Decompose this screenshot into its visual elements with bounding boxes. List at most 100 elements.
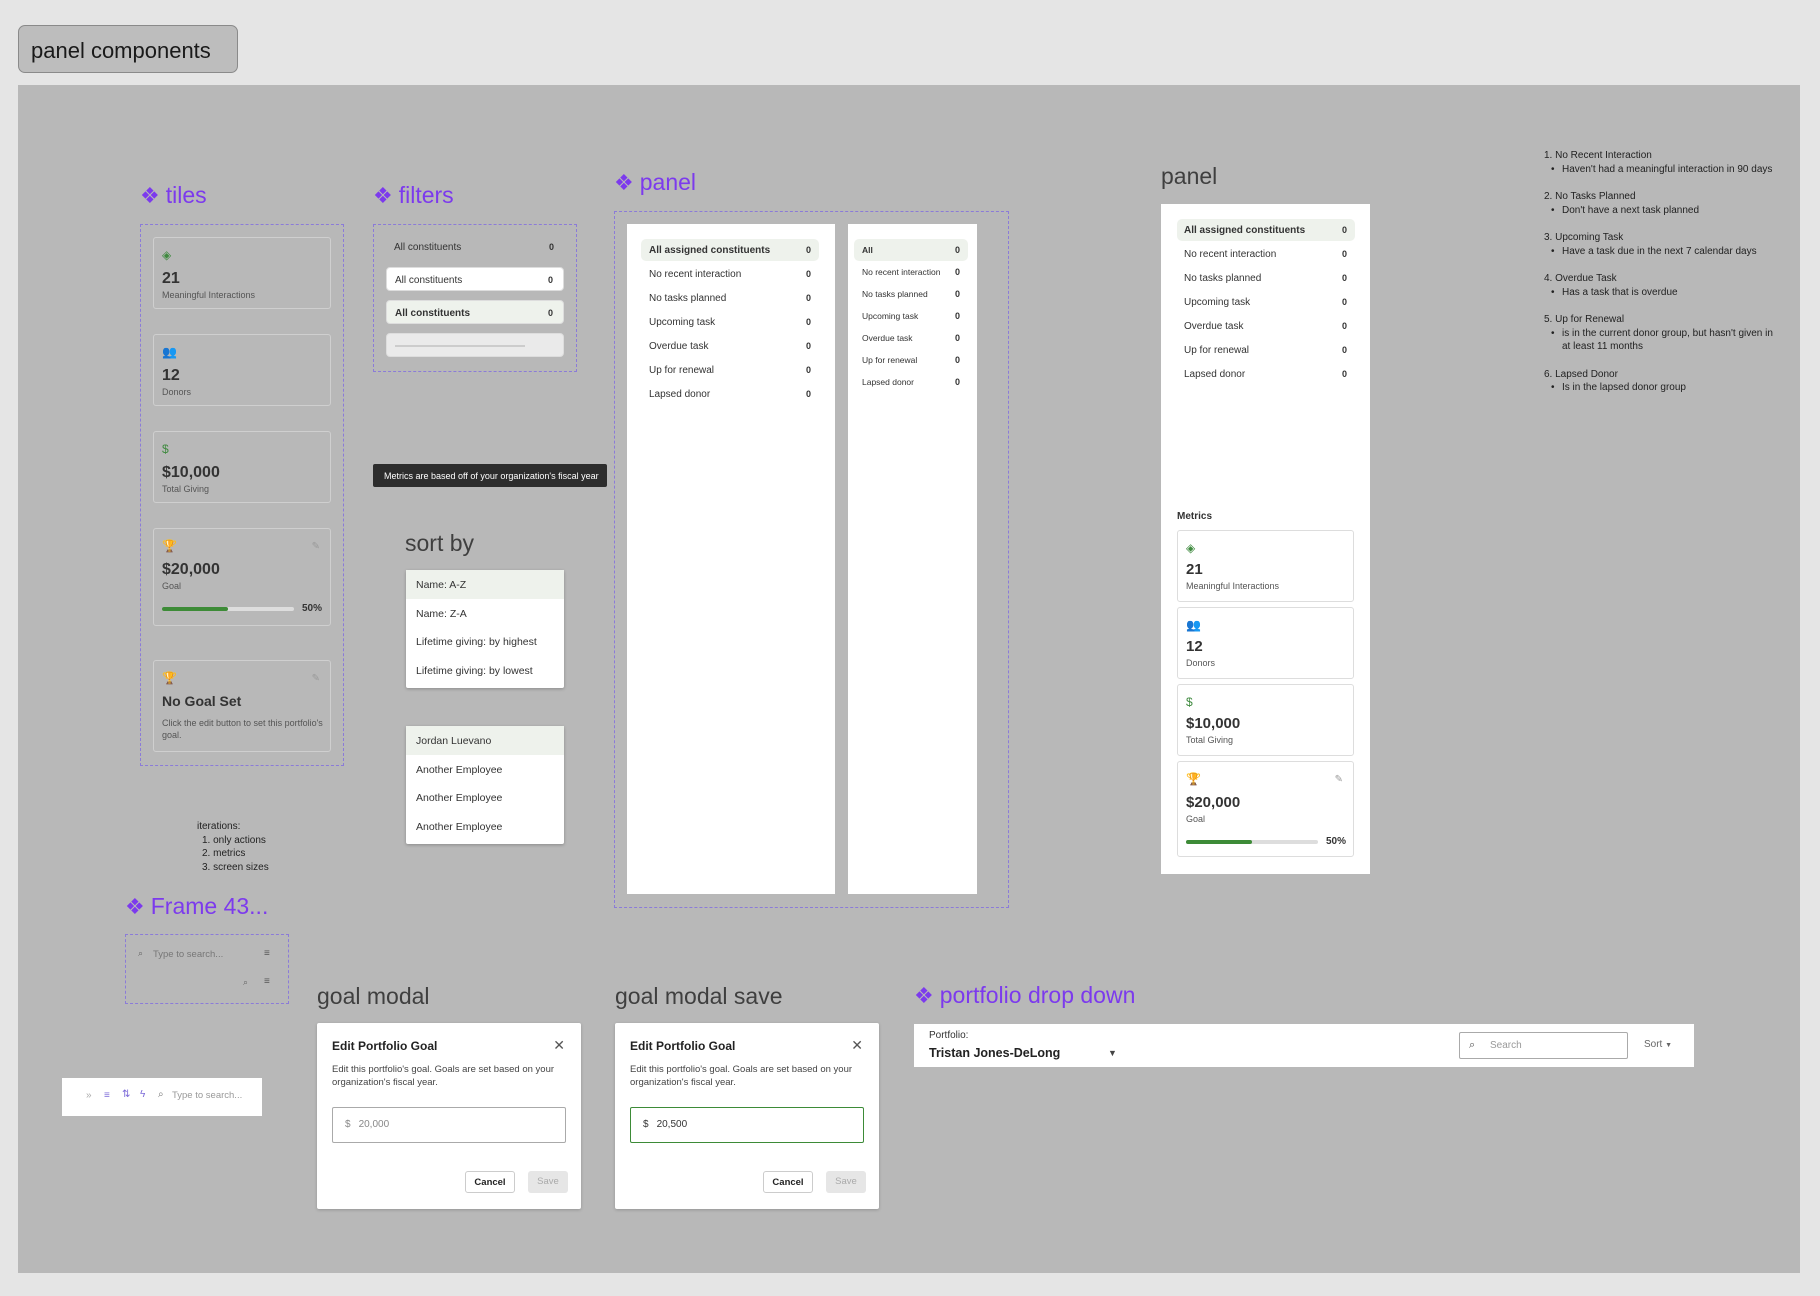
note-heading: 3. Upcoming Task <box>1544 232 1624 243</box>
panel-filter-label: Up for renewal <box>862 355 918 365</box>
chevron-down-icon[interactable]: ▼ <box>1108 1048 1117 1058</box>
no-goal-title: No Goal Set <box>162 693 242 709</box>
filter-row-default[interactable]: All constituents 0 <box>386 235 564 259</box>
search-input[interactable]: ⌕ Search <box>1459 1032 1628 1059</box>
employee-option[interactable]: Jordan Luevano <box>406 726 564 755</box>
filter-row-selected[interactable]: All constituents 0 <box>386 300 564 324</box>
panel-filter-row[interactable]: No tasks planned 0 <box>1177 267 1355 289</box>
sort-option[interactable]: Lifetime giving: by highest <box>406 627 564 656</box>
employee-option[interactable]: Another Employee <box>406 783 564 812</box>
panel-filter-row[interactable]: Overdue task 0 <box>641 335 819 357</box>
lightning-icon[interactable]: ϟ <box>140 1089 145 1100</box>
panel-filter-row[interactable]: No recent interaction 0 <box>1177 243 1355 265</box>
panel-filter-row[interactable]: All assigned constituents 0 <box>641 239 819 261</box>
panel-filter-row[interactable]: No tasks planned 0 <box>641 287 819 309</box>
tile-donors: 👥 12 Donors <box>153 334 331 406</box>
search-placeholder: Search <box>1490 1040 1522 1051</box>
close-icon[interactable]: ✕ <box>553 1037 565 1054</box>
panel-filter-count: 0 <box>805 317 811 327</box>
tile-meaningful: ◈ 21 Meaningful Interactions <box>153 237 331 309</box>
panel-filter-row[interactable]: Up for renewal 0 <box>641 359 819 381</box>
panel-filter-label: All assigned constituents <box>1184 225 1306 236</box>
iterations-item: 2. metrics <box>202 848 246 859</box>
save-button[interactable]: Save <box>826 1171 866 1193</box>
panel-filter-row[interactable]: Lapsed donor 0 <box>854 371 968 393</box>
filter-row-hover[interactable]: All constituents 0 <box>386 267 564 291</box>
panel-filter-row[interactable]: All 0 <box>854 239 968 261</box>
panel-filter-row[interactable]: No recent interaction 0 <box>854 261 968 283</box>
filters-title: ❖ filters <box>373 182 454 209</box>
panel-component-frame: All assigned constituents 0 No recent inte… <box>614 211 1009 908</box>
metric-donors: 👥 12 Donors <box>1177 607 1354 679</box>
tile-meaningful-label: Meaningful Interactions <box>162 290 256 300</box>
filter-count: 0 <box>547 308 553 318</box>
iterations-heading: iterations: <box>197 821 241 832</box>
panel-filter-row[interactable]: Overdue task 0 <box>1177 315 1355 337</box>
note-heading: 6. Lapsed Donor <box>1544 368 1618 380</box>
filter-icon[interactable]: ≡ <box>264 948 270 959</box>
sort-icon[interactable]: ⇅ <box>122 1089 130 1100</box>
panel-filter-row[interactable]: Up for renewal 0 <box>854 349 968 371</box>
note-heading: 1. No Recent Interaction <box>1544 150 1652 161</box>
panel-filter-row[interactable]: Up for renewal 0 <box>1177 339 1355 361</box>
cancel-button[interactable]: Cancel <box>763 1171 813 1193</box>
tile-donors-label: Donors <box>162 387 192 397</box>
panel-filter-row[interactable]: Upcoming task 0 <box>1177 291 1355 313</box>
sort-option[interactable]: Name: Z-A <box>406 599 564 628</box>
panel-filter-row[interactable]: No tasks planned 0 <box>854 283 968 305</box>
panel-filter-count: 0 <box>805 245 811 255</box>
tile-meaningful-value: 21 <box>162 270 180 287</box>
metric-goal: 🏆 ✎ $20,000 Goal 50% <box>1177 761 1354 857</box>
frame43-title-label: Frame 43... <box>150 893 269 919</box>
metric-label: Meaningful Interactions <box>1186 581 1280 591</box>
panel-filter-row[interactable]: Lapsed donor 0 <box>1177 363 1355 385</box>
goal-amount-input[interactable]: $20,500 <box>630 1107 864 1143</box>
goal-amount-value: 20,500 <box>656 1119 688 1130</box>
loading-skeleton <box>395 345 525 347</box>
portfolio-dropdown-title: ❖ portfolio drop down <box>914 982 1135 1009</box>
goal-amount-input[interactable]: $20,000 <box>332 1107 566 1143</box>
panel-filter-row[interactable]: No recent interaction 0 <box>641 263 819 285</box>
panel-filter-count: 0 <box>1341 345 1347 355</box>
employee-option[interactable]: Another Employee <box>406 755 564 784</box>
filter-count: 0 <box>547 275 553 285</box>
panel-filter-count: 0 <box>954 311 960 321</box>
close-icon[interactable]: ✕ <box>851 1037 863 1054</box>
metrics-tooltip: Metrics are based off of your organizati… <box>373 464 607 487</box>
filter-icon[interactable]: ≡ <box>264 976 270 987</box>
sort-option[interactable]: Lifetime giving: by lowest <box>406 656 564 685</box>
panel-filter-row[interactable]: Upcoming task 0 <box>641 311 819 333</box>
sort-button[interactable]: Sort ▼ <box>1644 1039 1672 1050</box>
component-icon: ❖ <box>140 182 160 208</box>
tile-giving-value: $10,000 <box>162 464 220 481</box>
sort-menu: Name: A-Z Name: Z-A Lifetime giving: by … <box>406 570 564 688</box>
note-bullet: Haven't had a meaningful interaction in … <box>1544 163 1784 177</box>
metric-value: $10,000 <box>1186 715 1241 732</box>
panel-filter-row[interactable]: Upcoming task 0 <box>854 305 968 327</box>
search-icon[interactable]: ⌕ <box>243 977 248 988</box>
handshake-icon: ◈ <box>1186 541 1196 555</box>
metrics-heading: Metrics <box>1177 511 1213 522</box>
sort-option[interactable]: Name: A-Z <box>406 570 564 599</box>
cancel-button[interactable]: Cancel <box>465 1171 515 1193</box>
pencil-icon[interactable]: ✎ <box>1335 774 1343 785</box>
component-icon: ❖ <box>125 893 145 919</box>
employee-option[interactable]: Another Employee <box>406 812 564 841</box>
save-button[interactable]: Save <box>528 1171 568 1193</box>
portfolio-select-value[interactable]: Tristan Jones-DeLong <box>929 1046 1060 1060</box>
search-placeholder[interactable]: Type to search... <box>172 1090 242 1101</box>
panel-filter-label: No recent interaction <box>649 269 742 280</box>
sort-by-title: sort by <box>405 530 475 556</box>
pencil-icon[interactable]: ✎ <box>312 541 320 552</box>
panel-filter-row[interactable]: Overdue task 0 <box>854 327 968 349</box>
search-icon: ⌕ <box>158 1089 164 1100</box>
search-placeholder[interactable]: Type to search... <box>153 949 223 960</box>
panel-filter-row[interactable]: All assigned constituents 0 <box>1177 219 1355 241</box>
tile-goal-value: $20,000 <box>162 561 220 578</box>
chevrons-icon[interactable]: » <box>86 1090 92 1101</box>
dollar-icon: $ <box>1186 695 1193 709</box>
filter-icon[interactable]: ≡ <box>104 1090 110 1101</box>
currency-symbol: $ <box>345 1119 351 1130</box>
panel-filter-row[interactable]: Lapsed donor 0 <box>641 383 819 405</box>
pencil-icon[interactable]: ✎ <box>312 673 320 684</box>
